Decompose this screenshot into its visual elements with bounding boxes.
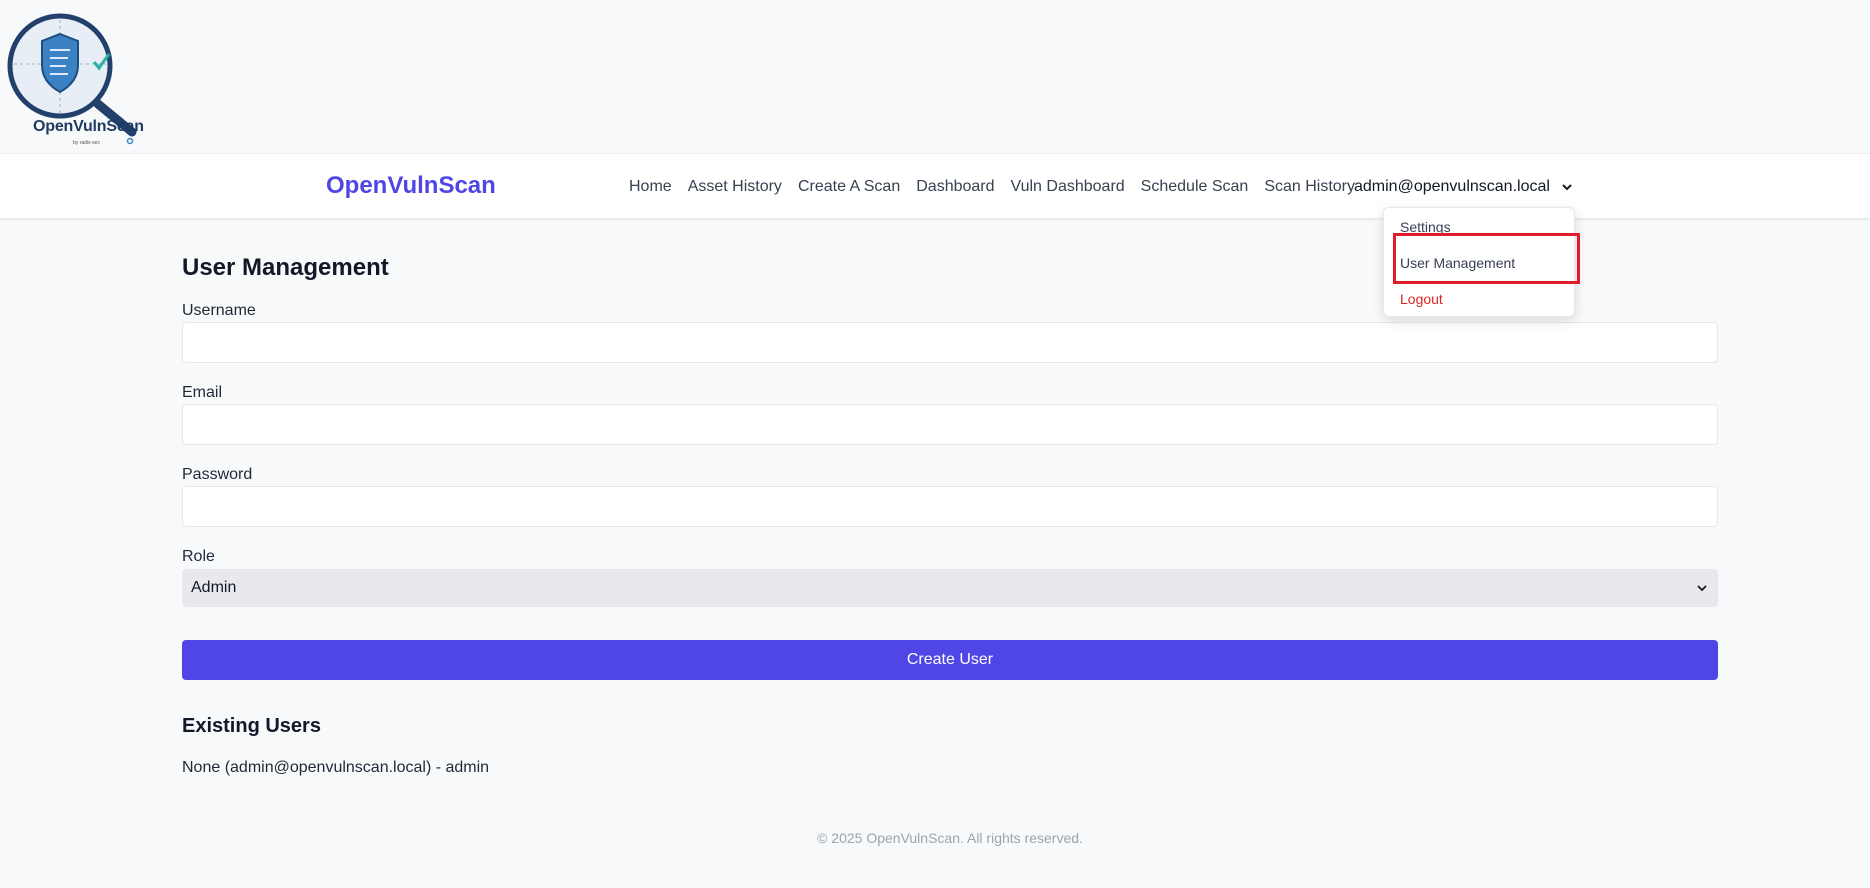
user-dropdown-menu: Settings User Management Logout — [1383, 207, 1575, 317]
list-item: None (admin@openvulnscan.local) - admin — [182, 759, 490, 776]
user-email: admin@openvulnscan.local — [1354, 178, 1550, 195]
nav-link-schedule-scan[interactable]: Schedule Scan — [1141, 178, 1249, 196]
create-user-button[interactable]: Create User — [182, 640, 1718, 680]
brand-link[interactable]: OpenVulnScan — [326, 172, 496, 200]
nav-link-scan-history[interactable]: Scan History — [1264, 178, 1355, 196]
username-input[interactable] — [182, 322, 1718, 363]
role-select[interactable]: Admin — [182, 569, 1718, 607]
email-label: Email — [182, 384, 223, 401]
nav-link-vuln-dashboard[interactable]: Vuln Dashboard — [1011, 178, 1125, 196]
password-input[interactable] — [182, 486, 1718, 527]
nav-link-home[interactable]: Home — [629, 178, 672, 196]
nav-link-asset-history[interactable]: Asset History — [688, 178, 782, 196]
existing-users-title: Existing Users — [182, 715, 321, 737]
chevron-down-icon — [1697, 585, 1707, 592]
nav-links: Home Asset History Create A Scan Dashboa… — [629, 178, 1371, 196]
password-label: Password — [182, 466, 253, 483]
menu-item-user-management[interactable]: User Management — [1400, 255, 1515, 271]
logo-wordmark: OpenVulnScan — [33, 118, 144, 135]
menu-item-settings[interactable]: Settings — [1400, 219, 1451, 235]
user-menu-toggle[interactable]: admin@openvulnscan.local — [1354, 178, 1574, 196]
role-selected-value: Admin — [191, 579, 237, 596]
menu-item-logout[interactable]: Logout — [1400, 291, 1443, 307]
chevron-down-icon — [1562, 184, 1572, 191]
footer-copyright: © 2025 OpenVulnScan. All rights reserved… — [817, 830, 1083, 846]
logo-byline: by radix-sec — [73, 140, 100, 146]
nav-link-dashboard[interactable]: Dashboard — [916, 178, 994, 196]
nav-link-create-scan[interactable]: Create A Scan — [798, 178, 900, 196]
logo: OpenVulnScan by radix-sec — [0, 0, 160, 152]
top-navbar: OpenVulnScan Home Asset History Create A… — [0, 153, 1870, 219]
role-label: Role — [182, 548, 215, 565]
email-input[interactable] — [182, 404, 1718, 445]
username-label: Username — [182, 302, 256, 319]
page-title: User Management — [182, 254, 389, 281]
